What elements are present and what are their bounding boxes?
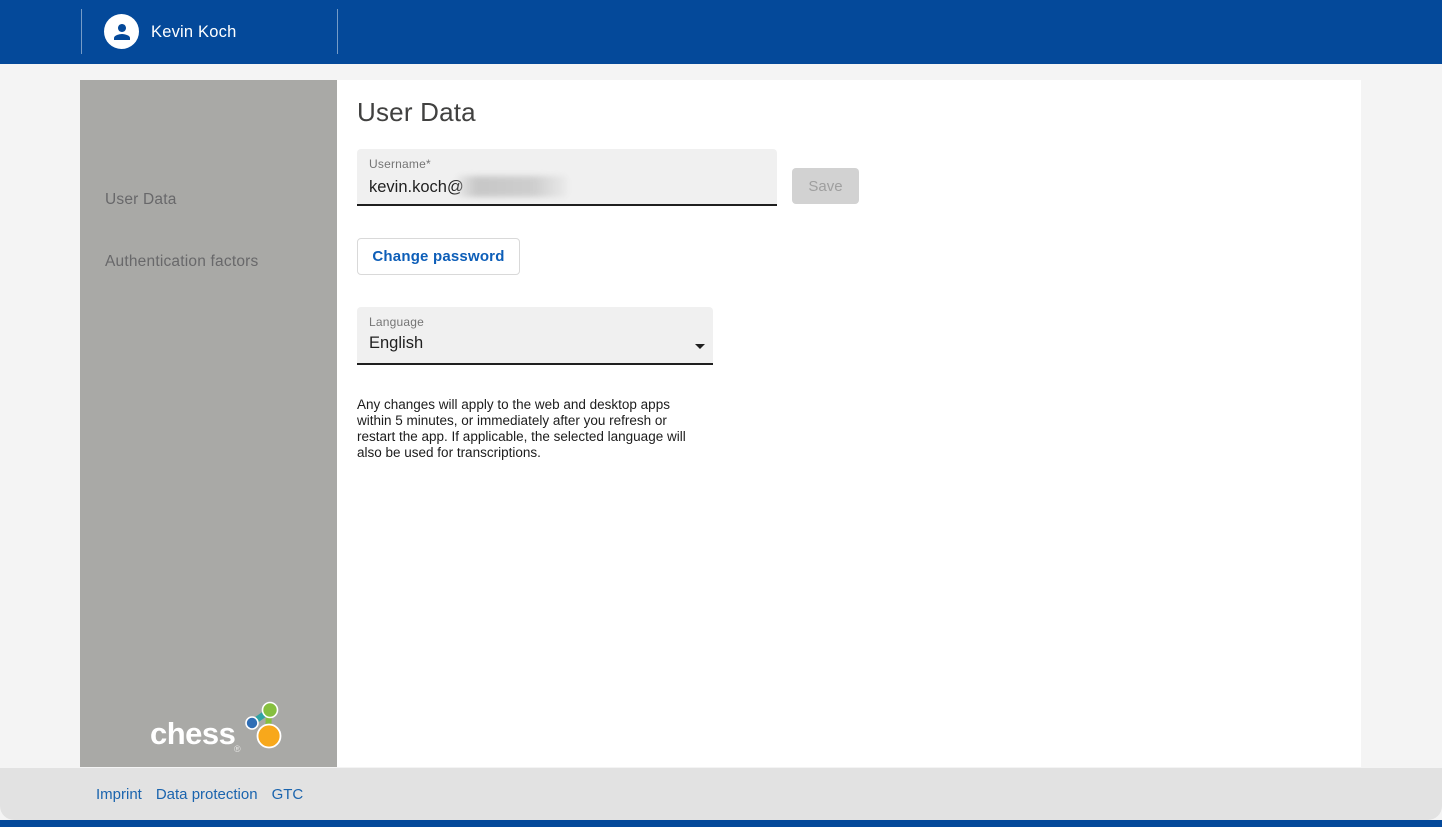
username-field-label: Username* [369,157,431,171]
chess-logo: chess ® [150,698,310,758]
footer-link-data-protection[interactable]: Data protection [156,786,258,803]
top-bar: Kevin Koch [0,0,1442,64]
change-password-button[interactable]: Change password [357,238,520,275]
user-avatar-button[interactable] [104,14,139,49]
person-icon [110,20,134,44]
save-button[interactable]: Save [792,168,859,204]
screen: Kevin Koch User Data Authentication fact… [0,0,1442,827]
sidebar-item-authentication-factors[interactable]: Authentication factors [105,253,258,271]
username-field[interactable]: Username* [357,149,777,206]
footer-link-imprint[interactable]: Imprint [96,786,142,803]
footer-link-gtc[interactable]: GTC [272,786,304,803]
registered-trademark-icon: ® [234,744,241,754]
chess-logo-text: chess [150,716,235,752]
language-selected-value: English [369,334,423,353]
sidebar-item-user-data[interactable]: User Data [105,191,177,209]
header-divider-left [81,9,82,54]
main-content: User Data Username* Save Change password… [337,80,1361,767]
chess-molecule-icon [242,698,290,750]
bottom-accent-bar [0,820,1442,827]
username-input[interactable] [369,175,759,199]
chevron-down-icon [695,344,705,349]
header-divider-right [337,9,338,54]
footer: Imprint Data protection GTC [0,768,1442,820]
language-select-label: Language [369,315,424,329]
page-title: User Data [357,97,476,128]
help-text: Any changes will apply to the web and de… [357,397,691,461]
language-select[interactable]: Language English [357,307,713,365]
user-name: Kevin Koch [151,0,236,64]
sidebar: User Data Authentication factors chess ® [80,80,337,767]
